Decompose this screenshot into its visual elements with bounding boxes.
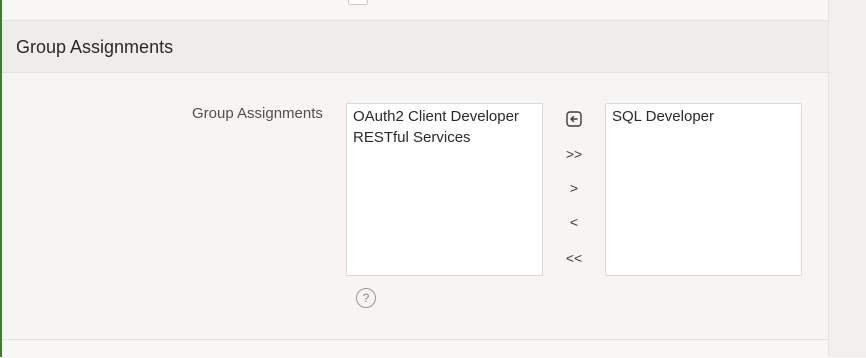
list-item[interactable]: SQL Developer — [612, 106, 795, 127]
selected-list[interactable]: SQL Developer — [605, 103, 802, 276]
region-header: Group Assignments — [2, 21, 828, 73]
double-chevron-right-icon: >> — [565, 146, 583, 162]
next-region — [2, 339, 828, 358]
region-title: Group Assignments — [16, 37, 174, 57]
move-all-button[interactable]: >> — [562, 142, 586, 166]
region-body: Group Assignments OAuth2 Client Develope… — [2, 73, 828, 339]
remove-button[interactable]: < — [562, 210, 586, 234]
list-item[interactable]: OAuth2 Client Developer — [353, 106, 536, 127]
reset-icon — [565, 110, 583, 128]
double-chevron-left-icon: << — [565, 250, 583, 266]
remove-all-button[interactable]: << — [562, 246, 586, 270]
chevron-left-icon: < — [569, 214, 579, 230]
reset-button[interactable] — [562, 107, 586, 131]
right-side-panel — [828, 0, 866, 357]
checkbox[interactable] — [348, 0, 368, 5]
chevron-right-icon: > — [569, 180, 579, 196]
previous-region — [2, 0, 828, 21]
question-mark-icon: ? — [362, 291, 370, 305]
list-item[interactable]: RESTful Services — [353, 127, 536, 148]
help-button[interactable]: ? — [356, 288, 376, 308]
move-button[interactable]: > — [562, 176, 586, 200]
available-list[interactable]: OAuth2 Client Developer RESTful Services — [346, 103, 543, 276]
field-label: Group Assignments — [192, 105, 323, 122]
